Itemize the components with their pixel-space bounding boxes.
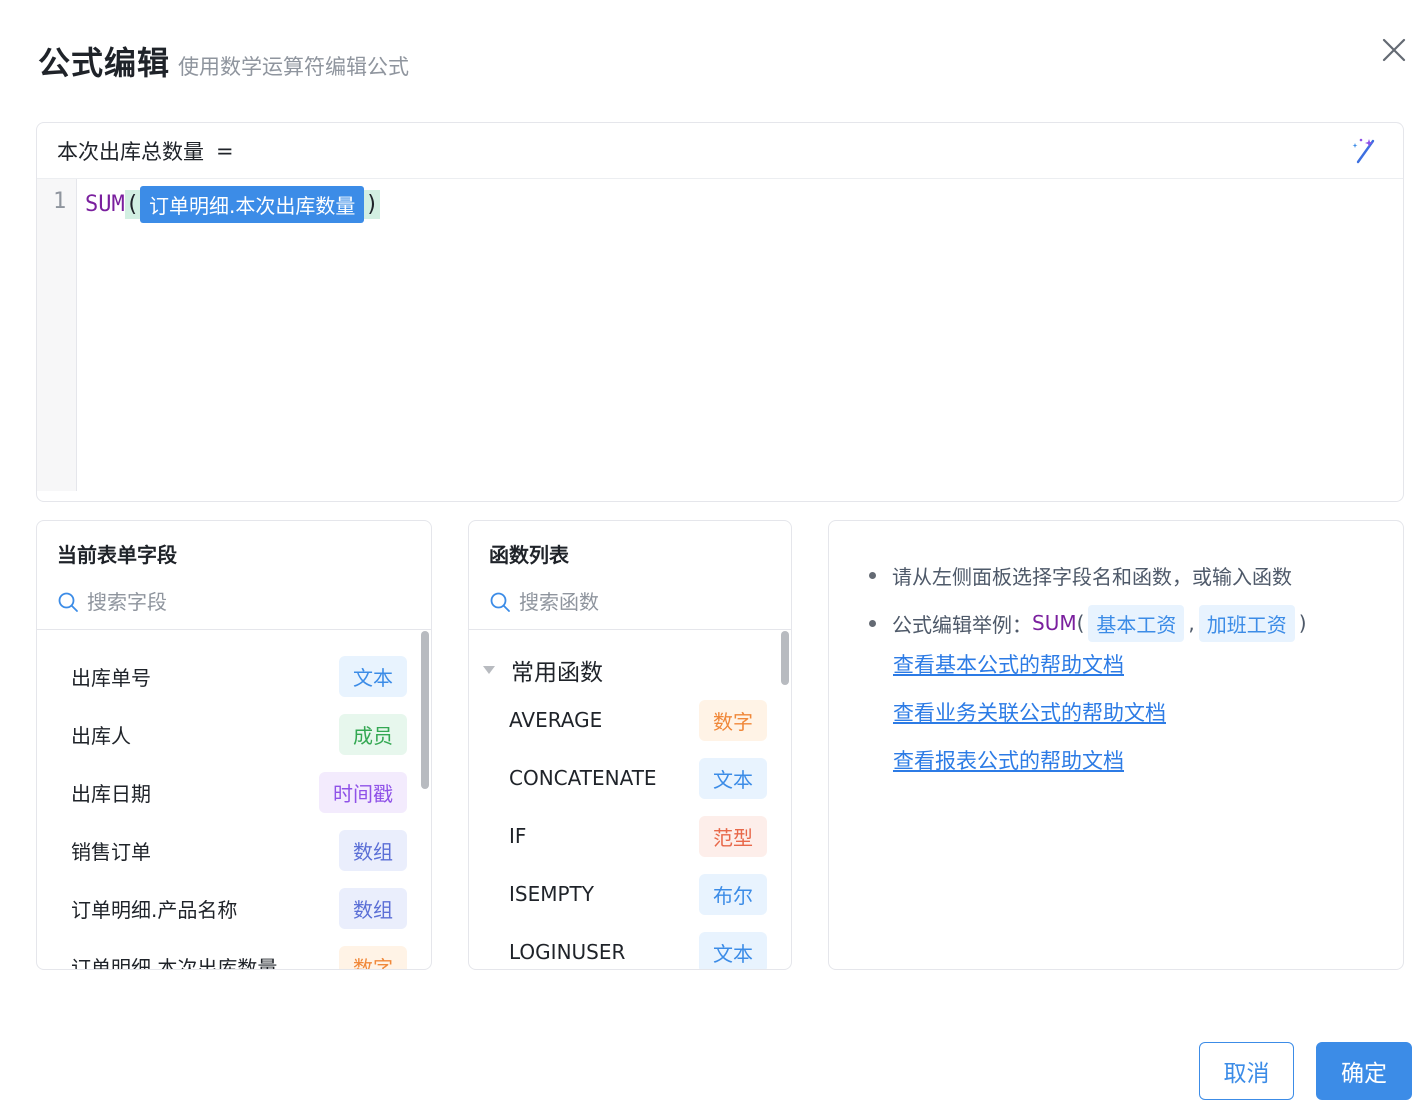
type-badge: 成员 [339, 713, 407, 755]
fields-panel-title: 当前表单字段 [57, 543, 177, 567]
functions-panel: 函数列表 常用函数 AVERAGE 数字 CONCATENATE 文本 IF 范… [468, 520, 792, 970]
functions-panel-title: 函数列表 [489, 543, 569, 567]
field-name: 订单明细.本次出库数量 [71, 955, 278, 970]
function-name: ISEMPTY [509, 882, 594, 906]
list-item[interactable]: ISEMPTY 布尔 [509, 865, 767, 923]
list-item[interactable]: AVERAGE 数字 [509, 691, 767, 749]
function-name: AVERAGE [509, 708, 603, 732]
list-item[interactable]: CONCATENATE 文本 [509, 749, 767, 807]
equals-sign: = [216, 138, 234, 163]
help-tip-text: 请从左侧面板选择字段名和函数，或输入函数 [892, 564, 1292, 589]
close-paren: ) [364, 189, 380, 219]
type-badge: 范型 [699, 815, 767, 857]
example-prefix: 公式编辑举例： [892, 612, 1032, 637]
magic-wand-icon[interactable] [1349, 135, 1379, 165]
function-group-header[interactable]: 常用函数 [481, 649, 603, 691]
ok-button[interactable]: 确定 [1316, 1042, 1412, 1100]
list-item[interactable]: 出库人 成员 [71, 705, 407, 763]
scrollbar[interactable] [781, 631, 789, 685]
target-field-label: 本次出库总数量 [57, 139, 204, 164]
list-item[interactable]: IF 范型 [509, 807, 767, 865]
help-panel: 请从左侧面板选择字段名和函数，或输入函数 公式编辑举例： SUM ( 基本工资 … [828, 520, 1404, 970]
dialog-title: 公式编辑 [38, 44, 171, 82]
editor-header: 本次出库总数量 = [37, 123, 1403, 179]
field-list: 出库单号 文本 出库人 成员 出库日期 时间戳 销售订单 数组 订单明细.产品名… [37, 647, 431, 969]
cancel-button[interactable]: 取消 [1199, 1042, 1294, 1100]
line-gutter [37, 179, 77, 491]
dialog-subtitle: 使用数学运算符编辑公式 [178, 55, 410, 79]
list-item[interactable]: 销售订单 数组 [71, 821, 407, 879]
type-badge: 文本 [339, 655, 407, 697]
formula-code[interactable]: SUM ( 订单明细.本次出库数量 ) [85, 185, 380, 223]
fields-panel: 当前表单字段 出库单号 文本 出库人 成员 出库日期 时间戳 销售订单 数组 订… [36, 520, 432, 970]
formula-function-name: SUM [85, 191, 125, 217]
type-badge: 数字 [699, 699, 767, 741]
scrollbar[interactable] [421, 631, 429, 789]
help-link-business[interactable]: 查看业务关联公式的帮助文档 [893, 697, 1166, 745]
dialog-header: 公式编辑 使用数学运算符编辑公式 [38, 38, 409, 84]
search-icon [490, 592, 510, 612]
divider [469, 629, 791, 630]
function-group-label: 常用函数 [511, 660, 603, 686]
function-name: IF [509, 824, 527, 848]
type-badge: 时间戳 [319, 771, 407, 813]
example-close-paren: ) [1298, 611, 1307, 635]
function-name: LOGINUSER [509, 940, 626, 964]
example-function: SUM [1032, 611, 1077, 635]
type-badge: 布尔 [699, 873, 767, 915]
type-badge: 数组 [339, 829, 407, 871]
formula-editor[interactable]: 本次出库总数量 = 1 SUM ( 订单明细.本次出库数量 ) [36, 122, 1404, 502]
type-badge: 文本 [699, 931, 767, 969]
search-icon [58, 592, 78, 612]
field-name: 出库单号 [71, 665, 151, 690]
line-number: 1 [53, 189, 67, 214]
function-name: CONCATENATE [509, 766, 657, 790]
example-field: 基本工资 [1088, 604, 1185, 642]
help-tip: 请从左侧面板选择字段名和函数，或输入函数 [869, 551, 1307, 599]
field-token[interactable]: 订单明细.本次出库数量 [140, 185, 365, 223]
list-item[interactable]: 订单明细.本次出库数量 数字 [71, 937, 407, 969]
caret-down-icon[interactable] [481, 664, 497, 676]
list-item[interactable]: 出库单号 文本 [71, 647, 407, 705]
type-badge: 数字 [339, 945, 407, 969]
example-open-paren: ( [1076, 611, 1085, 635]
field-search-input[interactable] [87, 590, 371, 614]
type-badge: 文本 [699, 757, 767, 799]
close-icon[interactable] [1380, 36, 1408, 64]
list-item[interactable]: 订单明细.产品名称 数组 [71, 879, 407, 937]
example-field: 加班工资 [1198, 604, 1295, 642]
function-search[interactable] [489, 585, 771, 619]
function-search-input[interactable] [519, 590, 745, 614]
help-links: 查看基本公式的帮助文档 查看业务关联公式的帮助文档 查看报表公式的帮助文档 [893, 649, 1166, 793]
field-name: 销售订单 [71, 839, 151, 864]
help-link-basic[interactable]: 查看基本公式的帮助文档 [893, 649, 1166, 697]
list-item[interactable]: 出库日期 时间戳 [71, 763, 407, 821]
list-item[interactable]: LOGINUSER 文本 [509, 923, 767, 969]
field-name: 订单明细.产品名称 [71, 897, 238, 922]
field-search[interactable] [57, 585, 411, 619]
help-link-report[interactable]: 查看报表公式的帮助文档 [893, 745, 1166, 793]
type-badge: 数组 [339, 887, 407, 929]
field-name: 出库日期 [71, 781, 151, 806]
example-separator: , [1188, 611, 1195, 635]
divider [37, 629, 431, 630]
function-list: AVERAGE 数字 CONCATENATE 文本 IF 范型 ISEMPTY … [469, 691, 791, 969]
help-tip: 公式编辑举例： SUM ( 基本工资 , 加班工资 ) [869, 599, 1307, 647]
field-name: 出库人 [71, 723, 131, 748]
open-paren: ( [124, 189, 140, 219]
help-tips: 请从左侧面板选择字段名和函数，或输入函数 公式编辑举例： SUM ( 基本工资 … [869, 551, 1307, 647]
